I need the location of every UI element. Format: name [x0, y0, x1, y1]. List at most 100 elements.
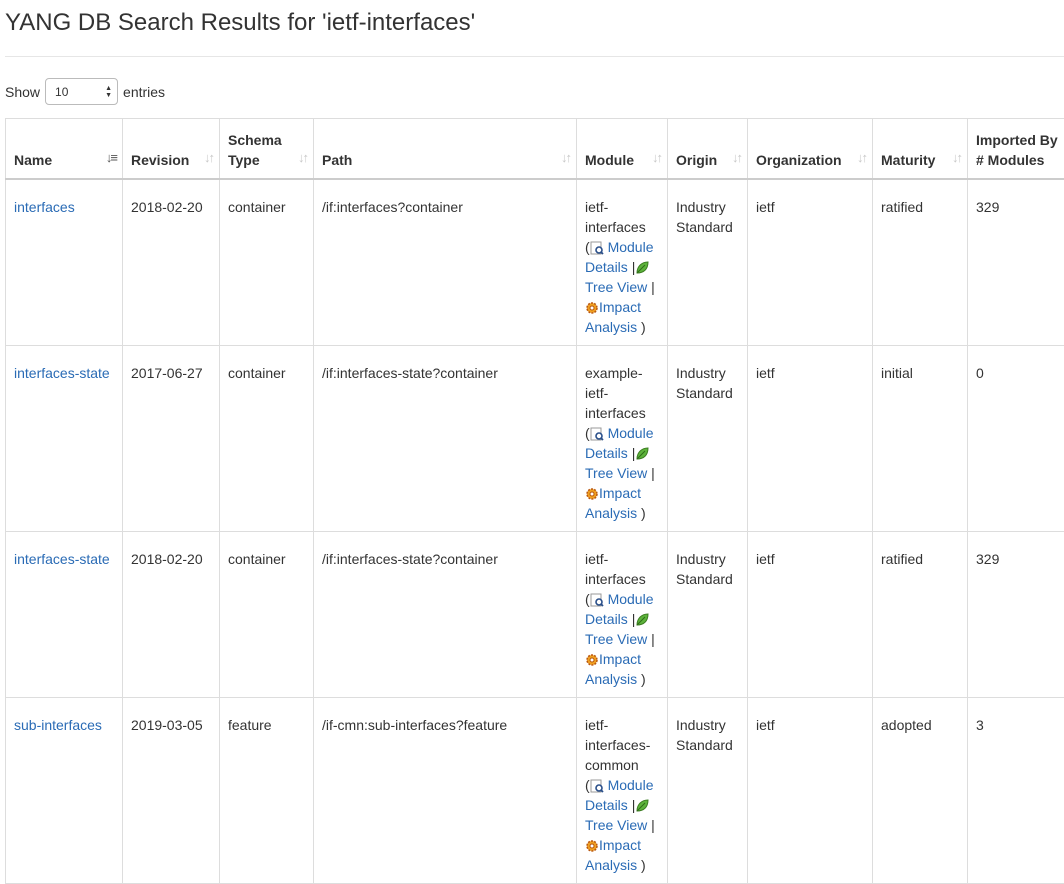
column-header-label: Organization	[756, 152, 842, 168]
maturity-cell: adopted	[873, 697, 968, 883]
imported-by-cell: 329	[968, 531, 1064, 697]
result-name-link[interactable]: interfaces-state	[14, 551, 110, 567]
result-name-link[interactable]: sub-interfaces	[14, 717, 102, 733]
column-header-origin[interactable]: Origin ↓↑	[668, 119, 748, 179]
page-title: YANG DB Search Results for 'ietf-interfa…	[5, 9, 475, 37]
sort-both-icon: ↓↑	[952, 148, 961, 168]
origin-cell: Industry Standard	[668, 345, 748, 531]
module-name: ietf-interfaces	[585, 199, 646, 235]
column-header-module[interactable]: Module ↓↑	[577, 119, 668, 179]
table-row: interfaces 2018-02-20 container /if:inte…	[6, 179, 1064, 346]
revision-cell: 2018-02-20	[123, 179, 220, 346]
organization-cell: ietf	[748, 345, 873, 531]
separator: |	[651, 631, 655, 647]
result-name-link[interactable]: interfaces	[14, 199, 75, 215]
organization-cell: ietf	[748, 697, 873, 883]
separator: |	[651, 465, 655, 481]
maturity-cell: ratified	[873, 179, 968, 346]
entries-select[interactable]: 10 ▲▼	[45, 78, 118, 105]
tree-view-link[interactable]: Tree View	[585, 817, 647, 833]
entries-length-control: Show 10 ▲▼ entries	[5, 78, 165, 105]
tree-view-link[interactable]: Tree View	[585, 631, 647, 647]
revision-cell: 2017-06-27	[123, 345, 220, 531]
origin-cell: Industry Standard	[668, 531, 748, 697]
column-header-label: Name	[14, 152, 52, 168]
result-name-link[interactable]: interfaces-state	[14, 365, 110, 381]
paren-close: )	[641, 319, 646, 335]
column-header-revision[interactable]: Revision ↓↑	[123, 119, 220, 179]
separator: |	[651, 279, 655, 295]
column-header-maturity[interactable]: Maturity ↓↑	[873, 119, 968, 179]
schema-type-cell: container	[220, 531, 314, 697]
tree-view-link[interactable]: Tree View	[585, 279, 647, 295]
module-details-icon	[590, 241, 604, 255]
module-cell: ietf-interfaces ( Module Details | Tree …	[577, 179, 668, 346]
organization-cell: ietf	[748, 179, 873, 346]
table-row: interfaces-state 2018-02-20 container /i…	[6, 531, 1064, 697]
paren-close: )	[641, 857, 646, 873]
entries-select-value: 10	[55, 85, 68, 99]
separator: |	[651, 817, 655, 833]
tree-view-link[interactable]: Tree View	[585, 465, 647, 481]
leaf-icon	[635, 613, 649, 627]
column-header-label: Schema Type	[228, 132, 282, 168]
sort-both-icon: ↓↑	[561, 148, 570, 168]
path-cell: /if-cmn:sub-interfaces?feature	[314, 697, 577, 883]
column-header-label: Module	[585, 152, 634, 168]
column-header-label: Revision	[131, 152, 189, 168]
column-header-label: Maturity	[881, 152, 935, 168]
revision-cell: 2018-02-20	[123, 531, 220, 697]
organization-cell: ietf	[748, 531, 873, 697]
schema-type-cell: container	[220, 345, 314, 531]
column-header-label: Path	[322, 152, 352, 168]
maturity-cell: ratified	[873, 531, 968, 697]
module-details-icon	[590, 427, 604, 441]
gear-icon	[585, 487, 599, 501]
imported-by-cell: 329	[968, 179, 1064, 346]
sort-asc-icon: ↓≡	[106, 148, 116, 168]
gear-icon	[585, 839, 599, 853]
maturity-cell: initial	[873, 345, 968, 531]
leaf-icon	[635, 799, 649, 813]
schema-type-cell: feature	[220, 697, 314, 883]
column-header-schema-type[interactable]: Schema Type ↓↑	[220, 119, 314, 179]
paren-close: )	[641, 671, 646, 687]
column-header-name[interactable]: Name ↓≡	[6, 119, 123, 179]
table-row: interfaces-state 2017-06-27 container /i…	[6, 345, 1064, 531]
sort-both-icon: ↓↑	[298, 148, 307, 168]
revision-cell: 2019-03-05	[123, 697, 220, 883]
module-cell: ietf-interfaces-common ( Module Details …	[577, 697, 668, 883]
table-body: interfaces 2018-02-20 container /if:inte…	[6, 179, 1064, 884]
path-cell: /if:interfaces-state?container	[314, 345, 577, 531]
leaf-icon	[635, 261, 649, 275]
sort-both-icon: ↓↑	[732, 148, 741, 168]
module-cell: example-ietf-interfaces ( Module Details…	[577, 345, 668, 531]
gear-icon	[585, 301, 599, 315]
imported-by-cell: 0	[968, 345, 1064, 531]
module-name: example-ietf-interfaces	[585, 365, 646, 421]
divider	[5, 56, 1064, 57]
entries-label: entries	[123, 84, 165, 100]
table-row: sub-interfaces 2019-03-05 feature /if-cm…	[6, 697, 1064, 883]
leaf-icon	[635, 447, 649, 461]
column-header-label: Imported By # Modules	[976, 132, 1058, 168]
imported-by-cell: 3	[968, 697, 1064, 883]
show-label: Show	[5, 84, 40, 100]
column-header-organization[interactable]: Organization ↓↑	[748, 119, 873, 179]
module-details-icon	[590, 779, 604, 793]
column-header-label: Origin	[676, 152, 717, 168]
path-cell: /if:interfaces-state?container	[314, 531, 577, 697]
origin-cell: Industry Standard	[668, 697, 748, 883]
results-table: Name↓≡Revision↓↑Schema Type↓↑Path↓↑Modul…	[5, 118, 1064, 884]
schema-type-cell: container	[220, 179, 314, 346]
column-header-path[interactable]: Path ↓↑	[314, 119, 577, 179]
module-name: ietf-interfaces	[585, 551, 646, 587]
column-header-imported-by[interactable]: Imported By # Modules↓↑	[968, 119, 1064, 179]
paren-close: )	[641, 505, 646, 521]
gear-icon	[585, 653, 599, 667]
module-cell: ietf-interfaces ( Module Details | Tree …	[577, 531, 668, 697]
sort-both-icon: ↓↑	[652, 148, 661, 168]
sort-both-icon: ↓↑	[857, 148, 866, 168]
table-header-row: Name↓≡Revision↓↑Schema Type↓↑Path↓↑Modul…	[6, 119, 1064, 179]
sort-both-icon: ↓↑	[204, 148, 213, 168]
